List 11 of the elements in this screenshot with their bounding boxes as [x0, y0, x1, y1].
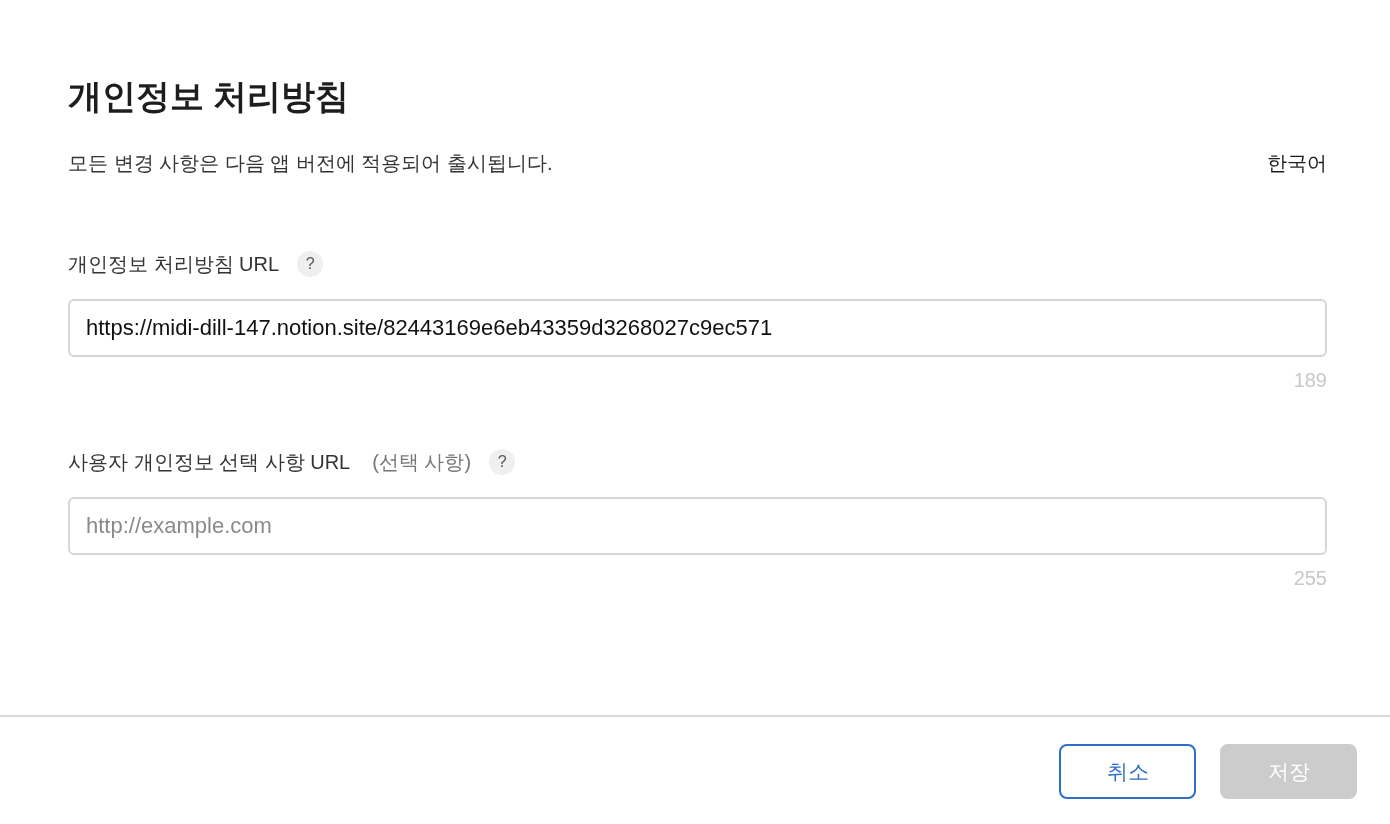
help-button[interactable]: ?: [297, 251, 324, 277]
url-input-field[interactable]: http://example.com: [68, 497, 1327, 555]
page-title: 개인정보 처리방침: [68, 76, 351, 117]
description-text: 모든 변경 사항은 다음 앱 버전에 적용되어 출시됩니다.: [68, 151, 553, 175]
field-label: 개인정보 처리방침 URL: [68, 252, 280, 276]
url-input-field[interactable]: https://midi-dill-147.notion.site/82443169e6eb43359d3268027c9ec571: [68, 299, 1327, 357]
language-label: 한국어: [1267, 151, 1327, 175]
field-label: 사용자 개인정보 선택 사항 URL: [68, 450, 351, 474]
cancel-button[interactable]: 취소: [1059, 744, 1196, 799]
help-button[interactable]: ?: [489, 449, 516, 475]
optional-note: (선택 사항): [372, 450, 472, 474]
